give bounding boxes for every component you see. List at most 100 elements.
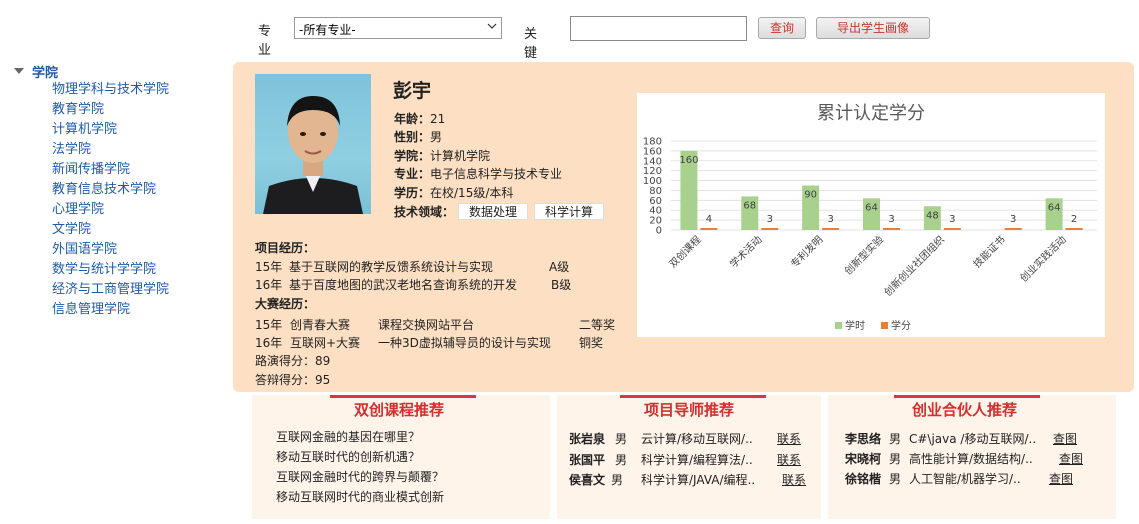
- major-select[interactable]: -所有专业-: [294, 17, 502, 39]
- gender-row: 性别：男: [394, 128, 442, 145]
- x-tick-label: 学术活动: [727, 233, 764, 270]
- contests-title: 大赛经历：: [255, 297, 316, 311]
- data-label: 3: [949, 214, 955, 225]
- partner-row: 李思络 男 C#\java /移动互联网/.. 查图: [845, 430, 1077, 447]
- contact-link[interactable]: 联系: [782, 471, 806, 488]
- card-accent-bar: [894, 395, 1040, 398]
- x-tick-label: 专利发明: [788, 233, 825, 270]
- tree-item[interactable]: 数学与统计学学院: [52, 260, 234, 280]
- course-card-title: 双创课程推荐: [354, 401, 445, 419]
- export-profile-button[interactable]: 导出学生画像: [816, 17, 930, 39]
- partner-name: 李思络: [845, 432, 882, 446]
- data-label: 64: [865, 202, 878, 213]
- bar-credits: [883, 228, 900, 230]
- contest-year: 15年: [255, 318, 283, 332]
- degree-value: 在校/15级/本科: [430, 186, 514, 200]
- bar-credits: [943, 228, 961, 230]
- course-item[interactable]: 互联网金融的基因在哪里？: [276, 428, 420, 445]
- view-profile-link[interactable]: 查图: [1049, 470, 1073, 487]
- card-accent-bar: [330, 395, 476, 398]
- age-value: 21: [430, 112, 446, 126]
- tree-item[interactable]: 物理学科与技术学院: [52, 80, 234, 100]
- degree-row: 学历：在校/15级/本科: [394, 184, 513, 201]
- mentor-name: 张岩泉: [569, 432, 606, 446]
- major-label: 专业: [258, 24, 272, 58]
- mentor-desc: 科学计算/编程算法/..: [641, 453, 753, 467]
- gender-value: 男: [430, 130, 443, 144]
- mentor-desc: 云计算/移动互联网/..: [641, 432, 753, 446]
- mentor-recommend-card: 项目导师推荐 张岩泉 男 云计算/移动互联网/.. 联系 张国平 男 科学计算/…: [557, 395, 821, 519]
- x-tick-label: 技能证书: [970, 233, 1007, 270]
- defense-score: 答辩得分：95: [255, 373, 331, 387]
- mentor-row: 侯喜文 男 科学计算/JAVA/编程.. 联系: [569, 471, 806, 488]
- contact-link[interactable]: 联系: [777, 430, 801, 447]
- data-label: 68: [743, 200, 756, 211]
- x-tick-label: 创业实践活动: [1017, 233, 1069, 285]
- x-tick-label: 创新创业社团组织: [881, 233, 947, 299]
- course-item[interactable]: 移动互联时代的创新机遇？: [276, 448, 420, 465]
- partner-gender: 男: [889, 472, 902, 486]
- credits-chart: 累计认定学分 180 160 140 120 100 80 60 40 20 0 160 4 双创课程 68…: [637, 93, 1105, 337]
- query-button[interactable]: 查询: [758, 17, 806, 39]
- bar-credits: [1004, 228, 1022, 230]
- tree-item[interactable]: 经济与工商管理学院: [52, 280, 234, 300]
- partner-name: 宋晓柯: [845, 452, 882, 466]
- x-tick-label: 双创课程: [666, 233, 703, 270]
- person-portrait-icon: [263, 96, 363, 214]
- data-label: 3: [1010, 214, 1016, 225]
- contest-name: 互联网+大赛: [290, 336, 361, 350]
- tree-item[interactable]: 心理学院: [52, 200, 234, 220]
- tree-item[interactable]: 文学院: [52, 220, 234, 240]
- partner-gender: 男: [889, 452, 902, 466]
- tree-item[interactable]: 法学院: [52, 140, 234, 160]
- partner-desc: 人工智能/机器学习/..: [909, 472, 1021, 486]
- tree-item[interactable]: 信息管理学院: [52, 300, 234, 320]
- student-profile-panel: 彭宇 年龄：21 性别：男 学院：计算机学院 专业：电子信息科学与技术专业 学历…: [233, 62, 1134, 392]
- tree-item[interactable]: 教育信息技术学院: [52, 180, 234, 200]
- tech-tag[interactable]: 科学计算: [534, 203, 605, 220]
- view-profile-link[interactable]: 查图: [1059, 450, 1083, 467]
- tree-root-college[interactable]: 学院: [14, 62, 234, 81]
- tech-tag[interactable]: 数据处理: [458, 203, 529, 220]
- contact-link[interactable]: 联系: [777, 451, 801, 468]
- tree-item[interactable]: 外国语学院: [52, 240, 234, 260]
- contest-award: 二等奖: [579, 318, 616, 332]
- contest-name: 创青春大赛: [290, 318, 351, 332]
- partner-name: 徐铭楷: [845, 472, 882, 486]
- mentor-desc: 科学计算/JAVA/编程..: [641, 473, 756, 487]
- course-item[interactable]: 互联网金融时代的跨界与颠覆？: [276, 468, 444, 485]
- data-label: 48: [926, 210, 939, 221]
- projects-title: 项目经历：: [255, 241, 316, 255]
- mentor-row: 张岩泉 男 云计算/移动互联网/.. 联系: [569, 430, 801, 447]
- keyword-input[interactable]: [570, 16, 747, 41]
- x-tick-label: 创新型实验: [842, 233, 887, 278]
- partner-card-title: 创业合伙人推荐: [912, 401, 1018, 419]
- tech-label: 技术领域：: [394, 205, 455, 219]
- partner-recommend-card: 创业合伙人推荐 李思络 男 C#\java /移动互联网/.. 查图 宋晓柯 男…: [828, 395, 1116, 519]
- course-item[interactable]: 移动互联网时代的商业模式创新: [276, 488, 444, 505]
- partner-row: 宋晓柯 男 高性能计算/数据结构/.. 查图: [845, 450, 1083, 467]
- data-label: 64: [1048, 202, 1061, 213]
- college-tree: 学院 物理学科与技术学院 教育学院 计算机学院 法学院 新闻传播学院 教育信息技…: [14, 62, 234, 320]
- data-label: 3: [767, 214, 773, 225]
- tech-row: 技术领域： 数据处理 科学计算: [394, 203, 605, 220]
- contest-work: 课程交换网站平台: [378, 318, 475, 332]
- tree-item[interactable]: 教育学院: [52, 100, 234, 120]
- contest-year: 16年: [255, 336, 283, 350]
- expand-triangle-icon[interactable]: [14, 68, 24, 74]
- contest-work: 一种3D虚拟辅导员的设计与实现: [378, 336, 551, 350]
- tree-item[interactable]: 计算机学院: [52, 120, 234, 140]
- mentor-name: 侯喜文: [569, 473, 606, 487]
- partner-desc: C#\java /移动互联网/..: [909, 432, 1037, 446]
- college-row: 学院：计算机学院: [394, 147, 490, 164]
- college-value: 计算机学院: [430, 149, 491, 163]
- bar-credits: [761, 228, 779, 230]
- card-accent-bar: [620, 395, 766, 398]
- view-profile-link[interactable]: 查图: [1053, 430, 1077, 447]
- course-recommend-card: 双创课程推荐 互联网金融的基因在哪里？ 移动互联时代的创新机遇？ 互联网金融时代…: [252, 395, 550, 519]
- legend-swatch: [881, 322, 888, 329]
- data-label: 4: [706, 214, 712, 225]
- tree-item[interactable]: 新闻传播学院: [52, 160, 234, 180]
- data-label: 90: [804, 190, 817, 201]
- legend-swatch: [835, 322, 842, 329]
